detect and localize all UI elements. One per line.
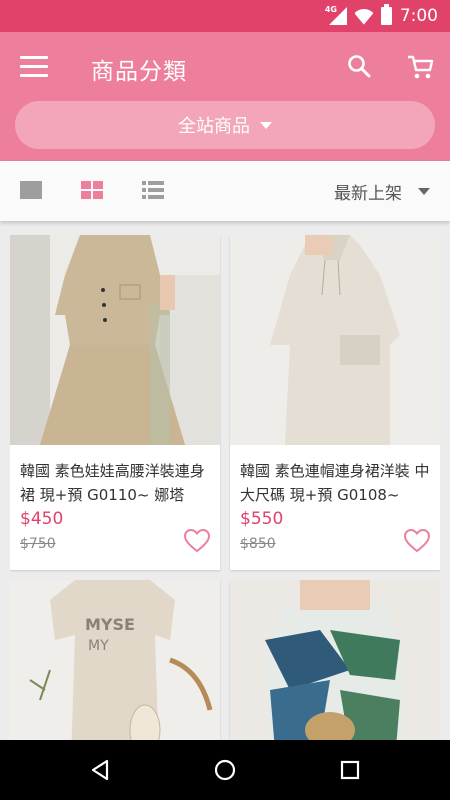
- single-view-icon[interactable]: [20, 181, 42, 199]
- site-category-dropdown[interactable]: 全站商品: [15, 101, 435, 149]
- app-bar: 商品分類 全站商品: [0, 32, 450, 161]
- grid-view-icon[interactable]: [81, 181, 103, 199]
- view-toolbar: 最新上架: [0, 161, 450, 221]
- favorite-heart-icon[interactable]: [404, 529, 430, 553]
- product-card[interactable]: 韓國 素色連帽連身裙洋裝 中大尺碼 現+預 G0108~ $550 $850: [230, 235, 440, 570]
- list-view-icon[interactable]: [142, 181, 164, 199]
- wifi-icon: [355, 7, 373, 25]
- system-navigation-bar: [0, 740, 450, 800]
- product-price: $450: [20, 509, 64, 529]
- dropdown-caret-icon: [260, 121, 272, 129]
- product-original-price: $850: [240, 536, 276, 552]
- page-title: 商品分類: [91, 59, 187, 85]
- sort-caret-icon: [418, 188, 430, 195]
- back-icon[interactable]: [88, 758, 112, 782]
- product-image: [230, 580, 440, 740]
- home-icon[interactable]: [213, 758, 237, 782]
- product-card[interactable]: 韓國 素色娃娃高腰洋裝連身裙 現+預 G0110~ 娜塔 $450 $750: [10, 235, 220, 570]
- product-image: MYSE MY: [10, 580, 220, 740]
- product-name: 韓國 素色娃娃高腰洋裝連身裙 現+預 G0110~ 娜塔: [20, 462, 205, 504]
- cell-signal-icon: 4G: [325, 5, 347, 25]
- recents-icon[interactable]: [338, 758, 362, 782]
- product-grid: 韓國 素色娃娃高腰洋裝連身裙 現+預 G0110~ 娜塔 $450 $750 韓…: [10, 235, 440, 740]
- product-image: [10, 235, 220, 445]
- svg-text:MY: MY: [88, 638, 109, 654]
- sort-dropdown[interactable]: 最新上架: [334, 179, 430, 204]
- clock: 7:00: [399, 6, 438, 26]
- product-name: 韓國 素色連帽連身裙洋裝 中大尺碼 現+預 G0108~: [240, 462, 430, 504]
- network-type-label: 4G: [324, 5, 337, 14]
- cart-icon[interactable]: [406, 54, 434, 80]
- product-price: $550: [240, 509, 284, 529]
- menu-icon[interactable]: [20, 56, 48, 78]
- product-original-price: $750: [20, 536, 56, 552]
- product-card[interactable]: [230, 580, 440, 740]
- product-card[interactable]: MYSE MY: [10, 580, 220, 740]
- sort-label: 最新上架: [334, 184, 402, 204]
- site-category-label: 全站商品: [178, 116, 250, 137]
- svg-text:MYSE: MYSE: [85, 615, 135, 634]
- favorite-heart-icon[interactable]: [184, 529, 210, 553]
- status-bar: 4G 7:00: [0, 0, 450, 32]
- battery-icon: [380, 4, 392, 25]
- search-icon[interactable]: [347, 54, 371, 78]
- product-image: [230, 235, 440, 445]
